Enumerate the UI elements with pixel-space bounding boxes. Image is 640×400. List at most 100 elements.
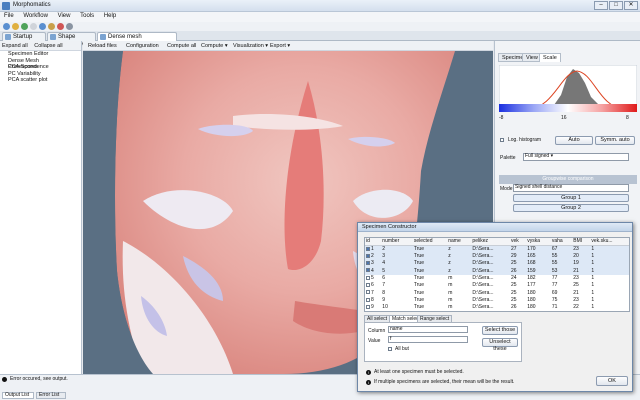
menu-view[interactable]: View: [54, 12, 75, 20]
table-cell-id: 3: [365, 260, 382, 268]
table-cell-vyska: 159: [526, 267, 551, 275]
column-label: Column: [368, 328, 386, 334]
tab-shape-variability[interactable]: Shape variability: [47, 32, 96, 48]
tab-scale[interactable]: Scale: [539, 53, 561, 62]
select-those-button[interactable]: Select those: [482, 326, 518, 335]
menu-help[interactable]: Help: [100, 12, 120, 20]
column-header[interactable]: vek.sku...: [590, 238, 629, 246]
all-but-checkbox[interactable]: [388, 347, 392, 351]
settings-icon[interactable]: [48, 23, 55, 30]
row-checkbox[interactable]: [366, 268, 370, 273]
minimize-button[interactable]: –: [594, 1, 608, 10]
save-icon[interactable]: [21, 23, 28, 30]
table-cell-vyska: 180: [527, 304, 536, 311]
mode-label: Mode: [500, 186, 513, 192]
menu-bar: File Workflow View Tools Help: [0, 12, 640, 22]
row-checkbox[interactable]: [366, 253, 370, 258]
refresh-icon[interactable]: [39, 23, 46, 30]
palette-select[interactable]: Full signed ▾: [523, 153, 629, 161]
table-cell-path: D:\Sera...: [471, 260, 510, 268]
table-cell-number: 10: [382, 304, 388, 311]
table-row[interactable]: 5 6 True m D:\Sera... 24 182 77 23 1: [365, 275, 629, 282]
table-cell-bmi: 23: [573, 296, 579, 303]
table-row[interactable]: 7 8 True m D:\Sera... 25 180 69 21 1: [365, 289, 629, 296]
color-scale-bar[interactable]: [499, 104, 637, 112]
table-row[interactable]: 9 10 True m D:\Sera... 26 180 71 22 1: [365, 304, 629, 311]
stop-icon[interactable]: [57, 23, 64, 30]
table-row[interactable]: 2 3 True z D:\Sera... 29 165 55 20 1: [365, 253, 629, 261]
collapse-all-button[interactable]: Collapse all: [34, 43, 62, 49]
table-cell-number: 5: [381, 267, 413, 275]
mode-select[interactable]: Signed shell distance: [513, 184, 629, 192]
tab-error-list[interactable]: Error List: [36, 392, 66, 399]
configuration-button[interactable]: Configuration: [126, 42, 159, 50]
row-checkbox[interactable]: [366, 290, 370, 295]
table-cell-vaha: 75: [551, 296, 558, 303]
auto-button[interactable]: Auto: [555, 136, 593, 145]
table-row[interactable]: 1 2 True z D:\Sera... 27 170 67 23 1: [365, 245, 629, 253]
column-header[interactable]: id: [365, 238, 382, 246]
close-window-button[interactable]: ✕: [624, 1, 638, 10]
row-checkbox[interactable]: [366, 261, 370, 266]
table-row[interactable]: 3 4 True z D:\Sera... 25 168 55 19 1: [365, 260, 629, 268]
open-folder-icon[interactable]: [12, 23, 19, 30]
column-header[interactable]: name: [447, 238, 472, 246]
menu-tools[interactable]: Tools: [76, 12, 98, 20]
row-checkbox[interactable]: [366, 275, 370, 280]
compute-all-button[interactable]: Compute all: [167, 42, 196, 50]
tab-dense-mesh[interactable]: Dense mesh correspondenc...: [97, 32, 177, 48]
document-tabs: Startup Page Shape variability Dense mes…: [0, 31, 640, 48]
scale-mid-label: 16: [561, 115, 567, 121]
specimen-table[interactable]: id number selected name pelikez vek vyska vaha B…: [364, 237, 630, 312]
column-select[interactable]: name: [388, 326, 468, 333]
menu-workflow[interactable]: Workflow: [19, 12, 52, 20]
log-histogram-label: Log. histogram: [508, 137, 542, 143]
column-header[interactable]: vek: [509, 238, 527, 246]
sidebar-item-pca-scatter[interactable]: PCA scatter plot: [0, 77, 81, 84]
table-row[interactable]: 8 9 True m D:\Sera... 25 180 75 23 1: [365, 297, 629, 304]
column-header[interactable]: number: [381, 238, 413, 246]
column-header[interactable]: vaha: [550, 238, 573, 246]
expand-all-button[interactable]: Expand all: [2, 43, 28, 49]
table-row[interactable]: 6 7 True m D:\Sera... 25 177 77 25 1: [365, 282, 629, 289]
column-header[interactable]: selected: [412, 238, 448, 246]
unselect-these-button[interactable]: Unselect these: [482, 338, 518, 352]
table-cell-vek: 25: [510, 289, 517, 296]
table-cell-bmi: 25: [573, 282, 579, 289]
symm-auto-button[interactable]: Symm. auto: [595, 136, 635, 145]
undo-icon[interactable]: [30, 23, 37, 30]
row-id: 8: [371, 296, 374, 303]
reload-files-button[interactable]: Reload files: [88, 42, 117, 50]
visualization-dropdown[interactable]: Visualization ▾: [233, 42, 268, 50]
export-dropdown[interactable]: Export ▾: [270, 42, 290, 50]
row-checkbox[interactable]: [366, 246, 370, 251]
tab-output-list[interactable]: Output List: [2, 392, 34, 399]
column-header[interactable]: pelikez: [471, 238, 510, 246]
table-cell-name: z: [447, 267, 472, 275]
ok-button[interactable]: OK: [596, 376, 628, 386]
row-checkbox[interactable]: [366, 283, 370, 287]
table-cell-vyska: 180: [527, 296, 536, 303]
help-icon[interactable]: [66, 23, 73, 30]
compute-dropdown[interactable]: Compute ▾: [201, 42, 228, 50]
table-row[interactable]: 4 5 True z D:\Sera... 26 159 53 21 1: [365, 267, 629, 275]
row-checkbox[interactable]: [366, 304, 370, 309]
table-cell-selected: True: [413, 282, 424, 289]
row-checkbox[interactable]: [366, 297, 370, 302]
group1-button[interactable]: Group 1: [513, 194, 629, 202]
column-header[interactable]: vyska: [526, 238, 551, 246]
new-icon[interactable]: [3, 23, 10, 30]
column-header[interactable]: BMI: [572, 238, 591, 246]
menu-file[interactable]: File: [0, 12, 18, 20]
log-histogram-checkbox[interactable]: [500, 138, 504, 142]
tab-startup-page[interactable]: Startup Page: [2, 32, 46, 48]
value-input[interactable]: f: [388, 336, 468, 343]
maximize-button[interactable]: □: [609, 1, 623, 10]
table-cell-bmi: 21: [572, 267, 591, 275]
table-cell-vyska: 170: [526, 245, 551, 253]
group2-button[interactable]: Group 2: [513, 204, 629, 212]
value-label: Value: [368, 338, 381, 344]
groupwise-header[interactable]: Groupwise comparison: [499, 175, 637, 184]
table-cell-name: m: [448, 275, 453, 282]
table-cell-path: D:\Sera...: [472, 289, 494, 296]
